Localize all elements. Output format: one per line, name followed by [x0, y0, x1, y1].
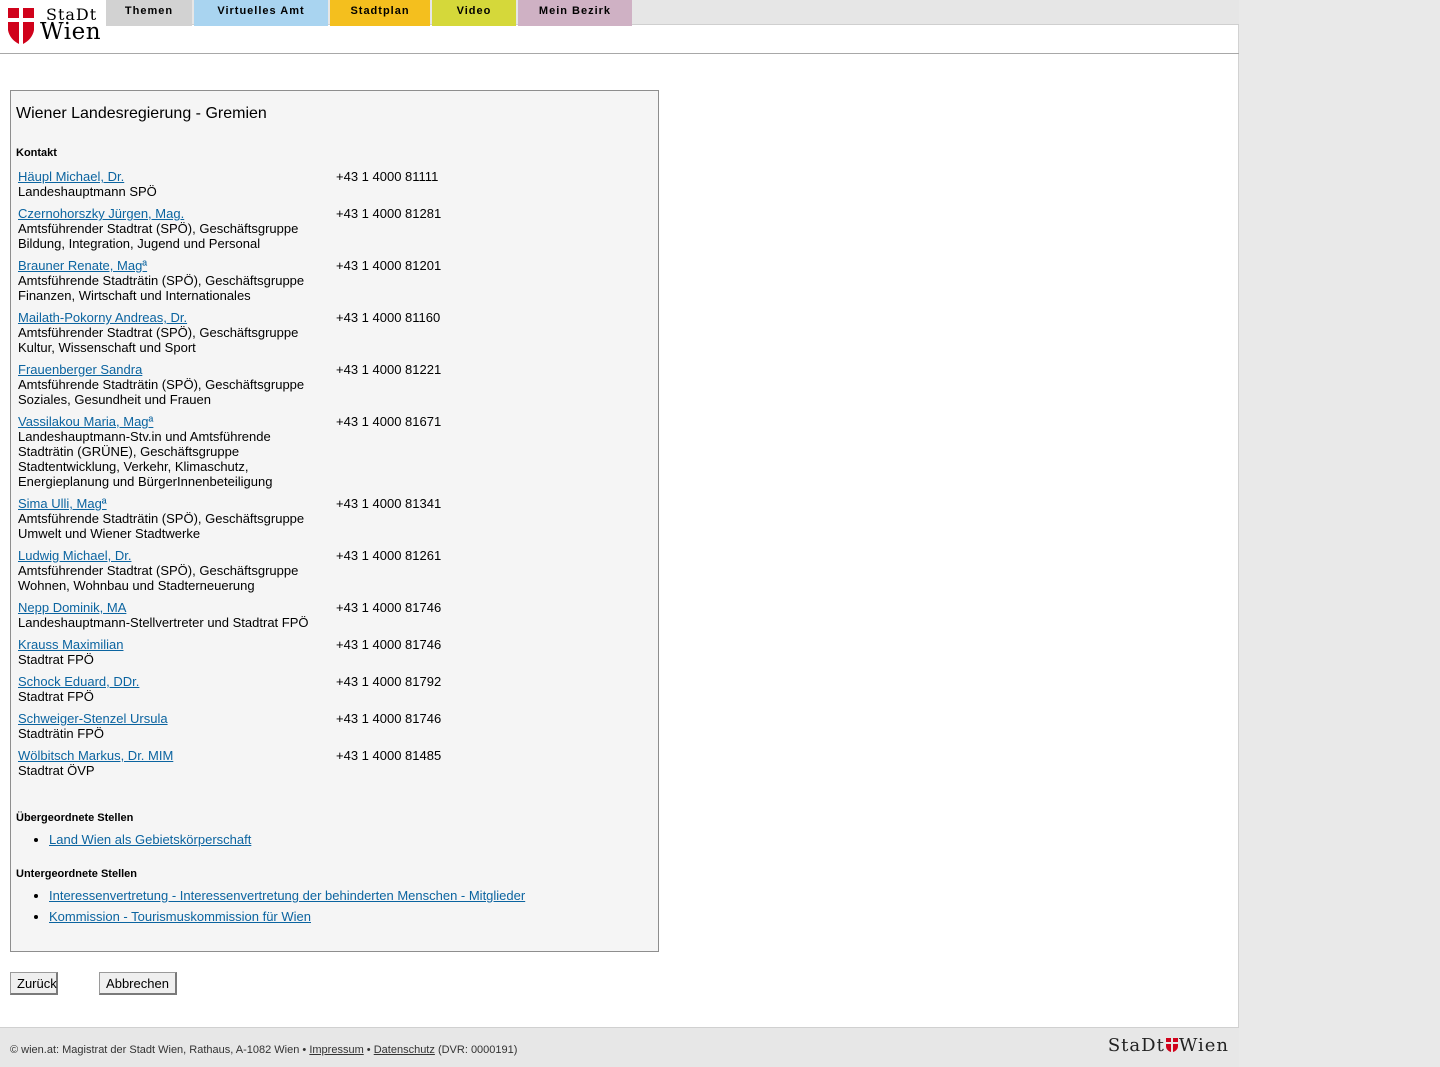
- contact-role: Amtsführende Stadträtin (SPÖ), Geschäfts…: [18, 273, 305, 303]
- contact-role: Landeshauptmann-Stv.in und Amtsführende …: [18, 429, 273, 489]
- footer-logo[interactable]: StaDt Wien: [1108, 1035, 1229, 1056]
- contact-role: Amtsführender Stadtrat (SPÖ), Geschäftsg…: [18, 221, 299, 251]
- wien-shield-icon: [8, 8, 34, 44]
- contact-name-link[interactable]: Vassilakou Maria, Magª: [18, 414, 153, 429]
- footer-separator: •: [366, 1044, 371, 1056]
- parent-units-title: Übergeordnete Stellen: [16, 812, 134, 824]
- contact-role: Amtsführende Stadträtin (SPÖ), Geschäfts…: [18, 511, 305, 541]
- parent-units-list: Land Wien als Gebietskörperschaft: [33, 829, 251, 850]
- contact-phone: +43 1 4000 81281: [336, 206, 442, 221]
- contact-phone: +43 1 4000 81746: [336, 637, 442, 652]
- contact-phone: +43 1 4000 81221: [336, 362, 442, 377]
- footer-copyright: © wien.at: Magistrat der Stadt Wien, Rat…: [10, 1044, 307, 1056]
- footer-text: © wien.at: Magistrat der Stadt Wien, Rat…: [10, 1044, 517, 1056]
- contact-role: Landeshauptmann SPÖ: [18, 184, 157, 199]
- contact-phone: +43 1 4000 81341: [336, 496, 442, 511]
- contact-name-link[interactable]: Schock Eduard, DDr.: [18, 674, 139, 689]
- contact-name-link[interactable]: Schweiger-Stenzel Ursula: [18, 711, 168, 726]
- contact-phone: +43 1 4000 81111: [336, 169, 439, 184]
- list-item: Kommission - Tourismuskommission für Wie…: [49, 906, 525, 927]
- footer-dvr: (DVR: 0000191): [437, 1044, 518, 1056]
- contact-role: Landeshauptmann-Stellvertreter und Stadt…: [18, 615, 309, 630]
- contact-role: Stadtrat ÖVP: [18, 763, 95, 778]
- tab-stadtplan[interactable]: Stadtplan: [330, 0, 430, 26]
- footer-logo-left: StaDt: [1107, 1035, 1165, 1056]
- logo-line2: Wien: [40, 19, 102, 45]
- contact-name-link[interactable]: Czernohorszky Jürgen, Mag.: [18, 206, 184, 221]
- contact-name-link[interactable]: Mailath-Pokorny Andreas, Dr.: [18, 310, 187, 325]
- contact-role: Stadtrat FPÖ: [18, 689, 94, 704]
- wien-shield-icon: [1165, 1038, 1178, 1052]
- back-button[interactable]: Zurück: [10, 972, 58, 995]
- contact-role: Stadträtin FPÖ: [18, 726, 104, 741]
- page: StaDt Wien Themen Virtuelles Amt Stadtpl…: [0, 0, 1239, 1067]
- contact-name-link[interactable]: Wölbitsch Markus, Dr. MIM: [18, 748, 173, 763]
- child-unit-link[interactable]: Kommission - Tourismuskommission für Wie…: [49, 909, 311, 924]
- contact-phone: +43 1 4000 81746: [336, 711, 442, 726]
- contact-role: Amtsführender Stadtrat (SPÖ), Geschäftsg…: [18, 563, 299, 593]
- contact-phone: +43 1 4000 81160: [336, 310, 441, 325]
- contact-phone: +43 1 4000 81792: [336, 674, 442, 689]
- child-units-title: Untergeordnete Stellen: [16, 868, 138, 880]
- tab-themen[interactable]: Themen: [106, 0, 192, 26]
- site-header: StaDt Wien Themen Virtuelles Amt Stadtpl…: [0, 0, 1239, 54]
- datenschutz-link[interactable]: Datenschutz: [374, 1044, 435, 1056]
- contact-name-link[interactable]: Brauner Renate, Magª: [18, 258, 147, 273]
- contact-section-title: Kontakt: [16, 147, 57, 159]
- contact-phone: +43 1 4000 81671: [336, 414, 442, 429]
- contact-role: Stadtrat FPÖ: [18, 652, 94, 667]
- page-title: Wiener Landesregierung - Gremien: [16, 105, 267, 122]
- contact-name-link[interactable]: Ludwig Michael, Dr.: [18, 548, 131, 563]
- contact-name-link[interactable]: Sima Ulli, Magª: [18, 496, 107, 511]
- contact-role: Amtsführender Stadtrat (SPÖ), Geschäftsg…: [18, 325, 299, 355]
- contact-phone: +43 1 4000 81261: [336, 548, 442, 563]
- site-footer: © wien.at: Magistrat der Stadt Wien, Rat…: [0, 1027, 1239, 1067]
- gremien-panel: Wiener Landesregierung - Gremien Kontakt…: [10, 90, 659, 952]
- cancel-button[interactable]: Abbrechen: [99, 972, 177, 995]
- contact-phone: +43 1 4000 81485: [336, 748, 442, 763]
- stadt-wien-logo[interactable]: StaDt Wien: [6, 4, 102, 48]
- contact-name-link[interactable]: Nepp Dominik, MA: [18, 600, 126, 615]
- list-item: Interessenvertretung - Interessenvertret…: [49, 885, 525, 906]
- tab-mein-bezirk[interactable]: Mein Bezirk: [518, 0, 632, 26]
- main-navigation: Themen Virtuelles Amt Stadtplan Video Me…: [106, 0, 1239, 26]
- contact-phone: +43 1 4000 81746: [336, 600, 442, 615]
- contact-role: Amtsführende Stadträtin (SPÖ), Geschäfts…: [18, 377, 305, 407]
- contact-name-link[interactable]: Krauss Maximilian: [18, 637, 123, 652]
- contact-phone: +43 1 4000 81201: [336, 258, 442, 273]
- child-units-list: Interessenvertretung - Interessenvertret…: [33, 885, 525, 927]
- list-item: Land Wien als Gebietskörperschaft: [49, 829, 251, 850]
- footer-logo-right: Wien: [1178, 1035, 1229, 1056]
- contact-name-link[interactable]: Häupl Michael, Dr.: [18, 169, 124, 184]
- parent-unit-link[interactable]: Land Wien als Gebietskörperschaft: [49, 832, 251, 847]
- tab-virtuelles-amt[interactable]: Virtuelles Amt: [194, 0, 328, 26]
- impressum-link[interactable]: Impressum: [309, 1044, 363, 1056]
- tab-video[interactable]: Video: [432, 0, 516, 26]
- child-unit-link[interactable]: Interessenvertretung - Interessenvertret…: [49, 888, 525, 903]
- contact-name-link[interactable]: Frauenberger Sandra: [18, 362, 142, 377]
